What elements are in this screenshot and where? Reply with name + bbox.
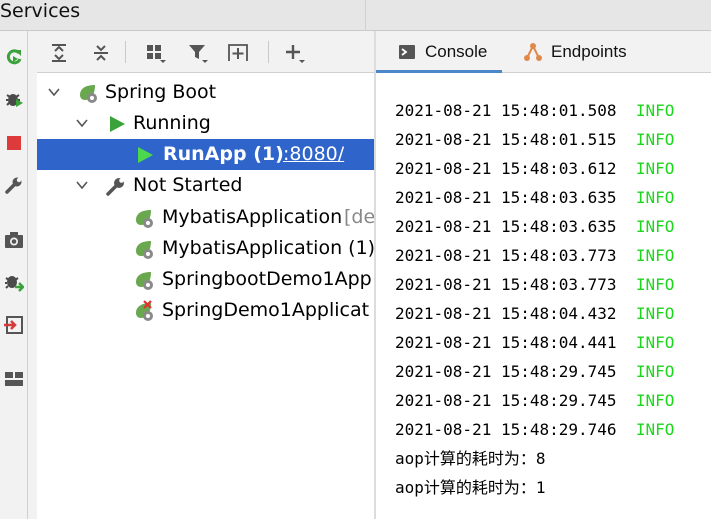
log-level: INFO — [635, 275, 675, 294]
app-name: SpringbootDemo1App — [162, 268, 372, 290]
tree-node-app[interactable]: SpringDemo1Applicat — [37, 295, 374, 326]
app-suffix: [de — [344, 206, 374, 228]
log-timestamp: 2021-08-21 15:48:29.746 — [395, 420, 617, 439]
stop-icon[interactable] — [2, 131, 26, 155]
toolbar-separator — [268, 41, 269, 63]
layout-icon[interactable] — [2, 367, 26, 391]
tree-node-running[interactable]: Running — [37, 108, 374, 139]
log-level: INFO — [635, 304, 675, 323]
tool-window-header: Services — [0, 0, 711, 31]
runapp-port-link[interactable]: :8080/ — [283, 139, 344, 170]
debug-icon[interactable] — [2, 87, 26, 111]
log-line: 2021-08-21 15:48:01.515 INFO — [395, 125, 674, 154]
log-line: 2021-08-21 15:48:29.745 INFO — [395, 357, 674, 386]
new-group-icon[interactable] — [226, 40, 252, 66]
collapse-all-icon[interactable] — [88, 40, 114, 66]
tree-node-app[interactable]: MybatisApplication [de — [37, 202, 374, 233]
app-name: MybatisApplication — [162, 206, 343, 228]
tab-bar: Console Endpoints — [376, 31, 711, 73]
log-line: 2021-08-21 15:48:29.745 INFO — [395, 386, 674, 415]
filter-icon[interactable] — [185, 40, 211, 66]
app-name: SpringDemo1Applicat — [162, 299, 370, 321]
log-timestamp: 2021-08-21 15:48:29.745 — [395, 362, 617, 381]
console-icon — [399, 45, 415, 59]
log-line: 2021-08-21 15:48:03.635 INFO — [395, 183, 674, 212]
spring-boot-icon — [136, 272, 153, 290]
log-level: INFO — [635, 333, 675, 352]
header-divider — [365, 0, 366, 31]
log-timestamp: 2021-08-21 15:48:03.635 — [395, 217, 617, 236]
tree-node-runapp[interactable]: RunApp (1) :8080/ — [37, 139, 374, 170]
log-level: INFO — [635, 217, 675, 236]
tree-node-not-started[interactable]: Not Started — [37, 170, 374, 201]
login-icon[interactable] — [2, 313, 26, 337]
log-timestamp: 2021-08-21 15:48:04.441 — [395, 333, 617, 352]
log-level: INFO — [635, 246, 675, 265]
log-level: INFO — [635, 420, 675, 439]
endpoints-icon — [524, 43, 542, 61]
chevron-down-icon[interactable] — [75, 116, 89, 130]
toolbar-separator — [125, 41, 126, 63]
wrench-icon[interactable] — [2, 173, 26, 197]
log-line: 2021-08-21 15:48:04.441 INFO — [395, 328, 674, 357]
tree-node-app[interactable]: SpringbootDemo1App — [37, 264, 374, 295]
log-timestamp: 2021-08-21 15:48:04.432 — [395, 304, 617, 323]
tab-endpoints[interactable]: Endpoints — [516, 31, 646, 73]
chevron-down-icon[interactable] — [47, 85, 61, 99]
tree-node-app[interactable]: MybatisApplication (1) — [37, 233, 374, 264]
log-line: 2021-08-21 15:48:03.773 INFO — [395, 241, 674, 270]
aop-line: aop计算的耗时为：1 — [395, 478, 546, 497]
chevron-down-icon[interactable] — [75, 178, 89, 192]
camera-icon[interactable] — [2, 228, 26, 252]
expand-all-icon[interactable] — [46, 40, 72, 66]
log-level: INFO — [635, 391, 675, 410]
attach-debugger-icon[interactable] — [2, 271, 26, 295]
services-tree-panel: Spring Boot Running RunApp (1) :8080/ No… — [37, 31, 374, 519]
log-timestamp: 2021-08-21 15:48:03.773 — [395, 275, 617, 294]
log-line: 2021-08-21 15:48:29.746 INFO — [395, 415, 674, 444]
refresh-icon[interactable] — [2, 45, 26, 69]
app-name: MybatisApplication (1) — [162, 237, 374, 259]
tree-toolbar — [37, 31, 374, 73]
tree-node-label: Spring Boot — [105, 81, 217, 103]
group-by-icon[interactable] — [143, 40, 169, 66]
spring-boot-icon — [136, 210, 153, 228]
tab-label: Endpoints — [551, 42, 627, 61]
tree-node-spring-boot[interactable]: Spring Boot — [37, 77, 374, 108]
run-icon — [110, 116, 125, 132]
log-line: 2021-08-21 15:48:01.508 INFO — [395, 96, 674, 125]
panel-gap — [28, 31, 37, 519]
add-service-icon[interactable] — [283, 40, 309, 66]
aop-line: aop计算的耗时为：8 — [395, 449, 546, 468]
log-level: INFO — [635, 188, 675, 207]
log-level: INFO — [635, 101, 675, 120]
spring-boot-icon — [136, 241, 153, 259]
console-output[interactable]: 2021-08-21 15:48:01.508 INFO 2021-08-21 … — [376, 73, 711, 519]
tree-node-label: Running — [133, 112, 211, 134]
services-side-toolbar — [0, 31, 28, 519]
run-icon — [138, 147, 153, 163]
log-level: INFO — [635, 159, 675, 178]
tree-node-label: Not Started — [133, 174, 243, 196]
log-line: 2021-08-21 15:48:03.612 INFO — [395, 154, 674, 183]
log-level: INFO — [635, 130, 675, 149]
log-line: 2021-08-21 15:48:03.635 INFO — [395, 212, 674, 241]
log-timestamp: 2021-08-21 15:48:29.745 — [395, 391, 617, 410]
window-title: Services — [0, 0, 81, 22]
log-timestamp: 2021-08-21 15:48:03.773 — [395, 246, 617, 265]
runapp-label: RunApp (1) — [163, 143, 284, 165]
spring-boot-icon — [80, 85, 97, 103]
log-level: INFO — [635, 362, 675, 381]
service-details-panel: Console Endpoints 2021-08-21 15:48:01.50… — [376, 31, 711, 519]
log-timestamp: 2021-08-21 15:48:03.635 — [395, 188, 617, 207]
log-timestamp: 2021-08-21 15:48:03.612 — [395, 159, 617, 178]
tab-console[interactable]: Console — [376, 31, 502, 73]
tab-label: Console — [425, 42, 488, 61]
log-line: 2021-08-21 15:48:04.432 INFO — [395, 299, 674, 328]
log-timestamp: 2021-08-21 15:48:01.515 — [395, 130, 617, 149]
log-line: 2021-08-21 15:48:03.773 INFO — [395, 270, 674, 299]
spring-boot-error-icon — [136, 300, 153, 321]
wrench-icon — [106, 178, 124, 196]
log-timestamp: 2021-08-21 15:48:01.508 — [395, 101, 617, 120]
